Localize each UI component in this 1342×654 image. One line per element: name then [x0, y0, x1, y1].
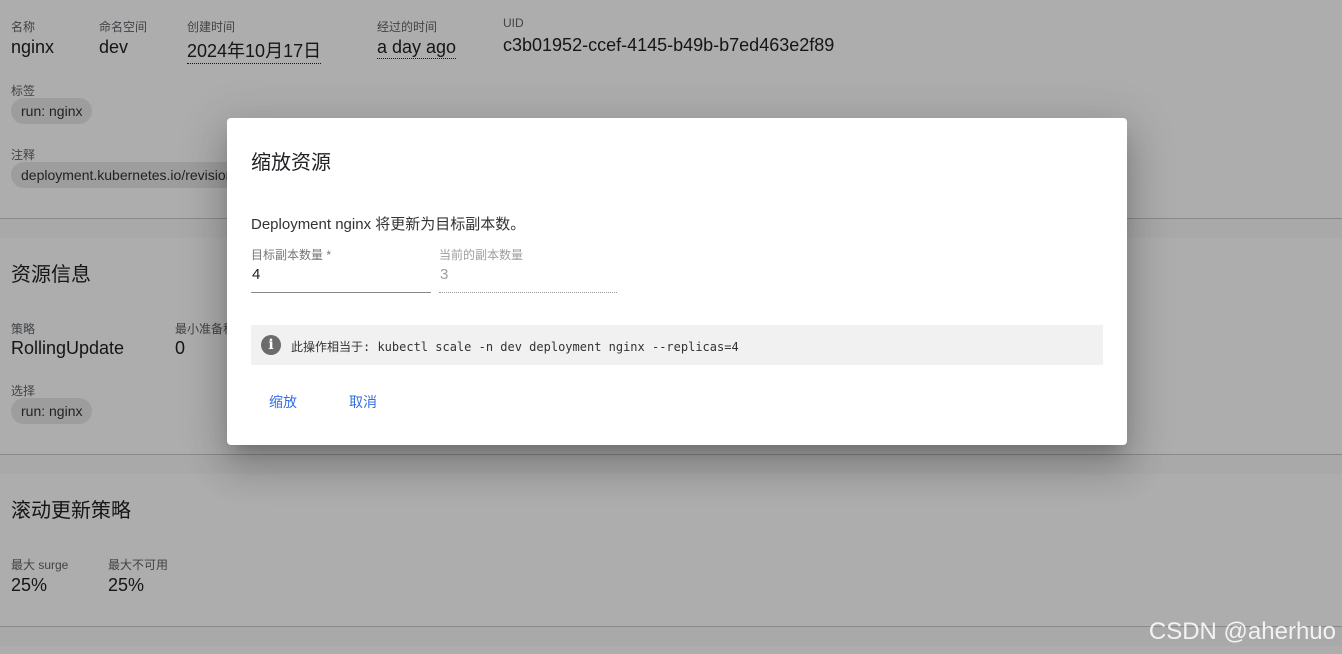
dialog-title: 缩放资源 — [251, 152, 331, 174]
info-icon: i — [261, 335, 281, 355]
dialog-description: Deployment nginx 将更新为目标副本数。 — [251, 216, 526, 233]
current-replicas-value: 3 — [440, 266, 449, 283]
command-info-box: i 此操作相当于: kubectl scale -n dev deploymen… — [251, 325, 1103, 365]
scale-resource-dialog: 缩放资源 Deployment nginx 将更新为目标副本数。 目标副本数量 … — [227, 118, 1127, 445]
target-replicas-field[interactable]: 目标副本数量 * 4 — [251, 246, 431, 293]
current-replicas-label: 当前的副本数量 — [439, 248, 524, 262]
command-info-text: 此操作相当于: kubectl scale -n dev deployment … — [291, 340, 739, 354]
watermark: CSDN @aherhuo — [1148, 618, 1336, 645]
cancel-button[interactable]: 取消 — [349, 392, 377, 412]
scale-button[interactable]: 缩放 — [269, 392, 297, 412]
target-replicas-label: 目标副本数量 * — [251, 248, 332, 262]
current-replicas-field: 当前的副本数量 3 — [439, 246, 617, 293]
target-replicas-input[interactable]: 4 — [252, 266, 260, 283]
